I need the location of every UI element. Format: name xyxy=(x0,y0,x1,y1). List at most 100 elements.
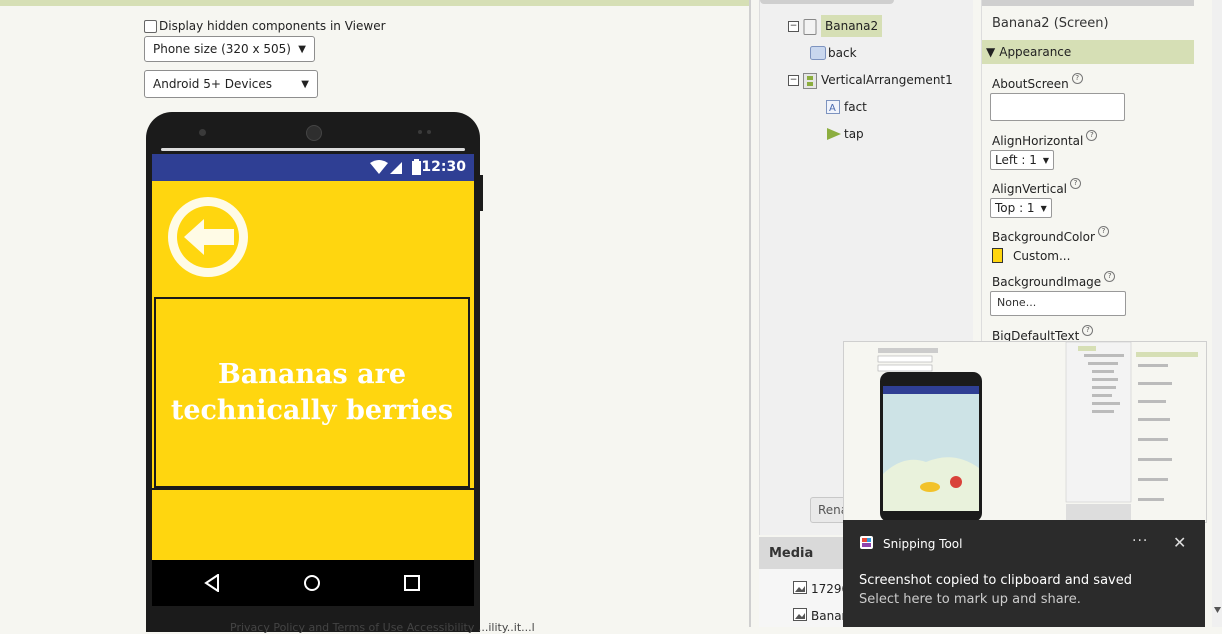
background-image-field[interactable]: None... xyxy=(990,291,1126,316)
align-vertical-select[interactable]: Top : 1 ▼ xyxy=(990,198,1052,218)
image-file-icon xyxy=(793,581,807,597)
status-bar: 12:30 xyxy=(152,154,474,181)
page-scrollbar[interactable] xyxy=(1212,0,1222,627)
snipping-tool-toast[interactable]: Snipping Tool ··· ✕ Screenshot copied to… xyxy=(843,520,1205,627)
color-swatch xyxy=(992,248,1003,263)
viewer-top-bar xyxy=(0,0,750,6)
caret-down-icon: ▼ xyxy=(986,45,996,59)
components-top-tab xyxy=(760,0,894,4)
align-vertical-text: AlignVertical xyxy=(992,182,1068,196)
phone-camera xyxy=(306,125,322,141)
chevron-down-icon: ▼ xyxy=(301,78,309,90)
more-options-icon[interactable]: ··· xyxy=(1132,533,1148,549)
tree-item-fact[interactable]: A fact xyxy=(826,100,867,114)
home-nav-icon[interactable] xyxy=(303,574,321,592)
help-icon[interactable]: ? xyxy=(1086,130,1098,141)
back-image-button-area xyxy=(152,181,474,296)
appearance-label: Appearance xyxy=(999,45,1072,59)
snipping-tool-icon xyxy=(860,536,873,549)
display-hidden-label: Display hidden components in Viewer xyxy=(159,19,386,33)
fact-line-1: Bananas are xyxy=(217,358,407,390)
properties-top-bar xyxy=(982,0,1194,6)
tree-item-tap[interactable]: tap xyxy=(826,127,864,141)
phone-top-line xyxy=(161,148,465,151)
device-value: Android 5+ Devices xyxy=(153,77,273,91)
viewer-separator xyxy=(749,0,751,627)
wifi-signal-icon xyxy=(370,160,402,174)
about-screen-text: AboutScreen xyxy=(992,77,1069,91)
image-file-icon xyxy=(793,608,807,624)
properties-title: Banana2 (Screen) xyxy=(992,16,1109,31)
toast-subtext: Select here to mark up and share. xyxy=(859,592,1081,607)
collapse-toggle-icon[interactable]: − xyxy=(788,74,799,86)
phone-size-select[interactable]: Phone size (320 x 505) ▼ xyxy=(144,36,315,62)
snip-preview-thumbnail[interactable] xyxy=(843,341,1207,523)
background-color-label: BackgroundColor ? xyxy=(992,226,1109,244)
viewer-panel: Display hidden components in Viewer Phon… xyxy=(0,0,751,634)
phone-size-value: Phone size (320 x 505) xyxy=(153,42,291,56)
help-icon[interactable]: ? xyxy=(1071,73,1083,84)
screenshot-thumbnail-image xyxy=(844,342,1206,522)
align-horizontal-label: AlignHorizontal ? xyxy=(992,130,1098,148)
align-horizontal-select[interactable]: Left : 1 ▼ xyxy=(990,150,1055,170)
background-color-text: BackgroundColor xyxy=(992,230,1095,244)
display-hidden-checkbox[interactable]: Display hidden components in Viewer xyxy=(144,19,386,33)
phone-dots xyxy=(418,130,434,134)
align-horizontal-value: Left : 1 xyxy=(995,153,1037,167)
help-icon[interactable]: ? xyxy=(1070,178,1082,189)
help-icon[interactable]: ? xyxy=(1097,226,1109,237)
back-nav-icon[interactable] xyxy=(204,574,220,592)
tree-label: VerticalArrangement1 xyxy=(821,73,953,87)
toast-app-name: Snipping Tool xyxy=(883,537,963,551)
media-item[interactable]: Banan xyxy=(793,608,849,624)
battery-icon xyxy=(412,159,421,175)
align-horizontal-text: AlignHorizontal xyxy=(992,134,1084,148)
tap-button[interactable] xyxy=(152,488,474,560)
phone-sensor xyxy=(199,129,206,136)
chevron-down-icon: ▼ xyxy=(1042,155,1050,165)
back-button[interactable] xyxy=(160,189,256,285)
appearance-section-header[interactable]: ▼ Appearance xyxy=(982,40,1194,64)
scroll-down-icon[interactable] xyxy=(1214,607,1221,613)
tree-item-verticalarrangement1[interactable]: − VerticalArrangement1 xyxy=(788,73,953,89)
fact-label: Bananas are technically berries xyxy=(154,297,470,488)
label-component-icon: A xyxy=(826,100,840,114)
arrangement-icon xyxy=(803,73,817,89)
button-component-icon xyxy=(826,127,841,141)
recents-nav-icon[interactable] xyxy=(404,575,420,591)
footer-links[interactable]: Privacy Policy and Terms of Use Accessib… xyxy=(230,621,535,634)
checkbox-box[interactable] xyxy=(144,19,157,33)
tree-label: tap xyxy=(844,127,864,141)
arrow-left-icon xyxy=(168,197,248,277)
background-color-picker[interactable]: Custom... xyxy=(992,248,1070,263)
help-icon[interactable]: ? xyxy=(1082,325,1094,336)
tree-label: Banana2 xyxy=(821,15,883,37)
background-image-label: BackgroundImage ? xyxy=(992,271,1116,289)
collapse-toggle-icon[interactable]: − xyxy=(788,20,799,32)
phone-side-button xyxy=(479,175,483,211)
chevron-down-icon: ▼ xyxy=(298,43,306,55)
status-time: 12:30 xyxy=(421,159,466,175)
align-vertical-value: Top : 1 xyxy=(995,201,1035,215)
background-image-text: BackgroundImage xyxy=(992,275,1102,289)
media-item[interactable]: 17296 xyxy=(793,581,849,597)
tree-item-banana2[interactable]: − Banana2 xyxy=(788,15,883,37)
tree-label: fact xyxy=(844,100,867,114)
about-screen-label: AboutScreen ? xyxy=(992,73,1083,91)
screen-icon xyxy=(803,19,817,35)
chevron-down-icon: ▼ xyxy=(1040,203,1047,213)
tree-item-back[interactable]: back xyxy=(810,46,857,60)
tree-label: back xyxy=(828,46,857,60)
background-color-value: Custom... xyxy=(1013,248,1071,263)
align-vertical-label: AlignVertical ? xyxy=(992,178,1082,196)
device-select[interactable]: Android 5+ Devices ▼ xyxy=(144,70,318,98)
about-screen-textarea[interactable] xyxy=(990,93,1125,121)
svg-text:A: A xyxy=(829,103,836,114)
phone-screen: 12:30 Bananas are technically berries xyxy=(152,154,474,606)
help-icon[interactable]: ? xyxy=(1104,271,1116,282)
fact-line-2: technically berries xyxy=(170,394,454,426)
android-nav-bar xyxy=(152,560,474,606)
toast-message: Screenshot copied to clipboard and saved xyxy=(859,573,1132,588)
close-icon[interactable]: ✕ xyxy=(1173,533,1186,552)
image-component-icon xyxy=(810,46,826,60)
